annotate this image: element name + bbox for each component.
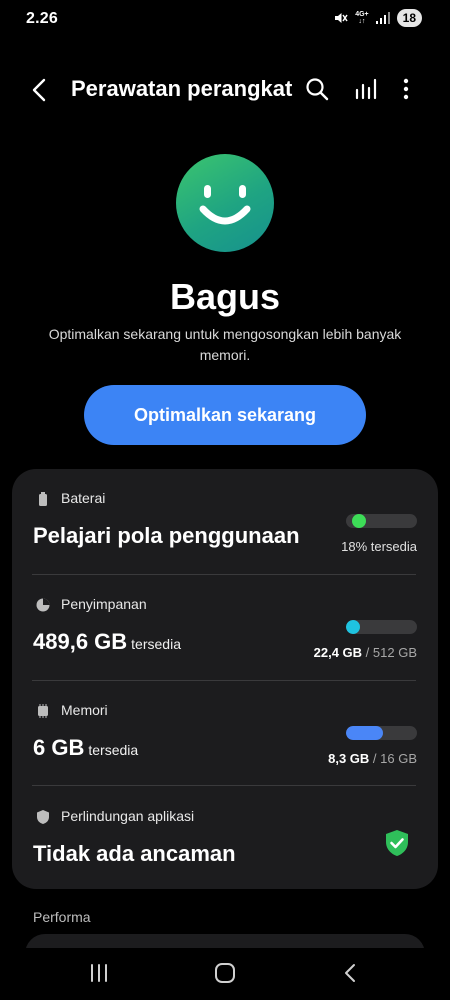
storage-available-unit: tersedia [131,636,181,652]
storage-section[interactable]: Penyimpanan 489,6 GB tersedia 22,4 GB / 5… [12,575,438,681]
chart-icon[interactable] [353,76,379,102]
divider [32,785,416,786]
memory-value: 6 GB tersedia [33,735,138,761]
memory-available-amount: 6 GB [33,735,85,760]
app-protection-value: Tidak ada ancaman [33,841,236,866]
storage-usage: 22,4 GB / 512 GB [314,645,417,660]
battery-icon [39,492,47,506]
memory-total: 16 GB [380,751,417,766]
more-icon[interactable] [393,76,419,102]
device-status-title: Bagus [169,276,281,317]
smiley-icon [176,154,274,252]
smiley-face [199,185,251,225]
memory-usage: 8,3 GB / 16 GB [328,751,417,766]
status-bar: 2.26 4G+ ↓↑ 18 [0,0,450,40]
memory-label: Memori [61,702,108,718]
network-activity: ↓↑ [358,18,366,25]
app-protection-section[interactable]: Perlindungan aplikasi Tidak ada ancaman [12,787,438,893]
memory-separator: / [369,751,381,766]
page-title: Perawatan perangkat [71,76,293,101]
device-status-description: Optimalkan sekarang untuk mengosongkan l… [48,326,402,363]
app-bar: Perawatan perangkat [0,60,450,116]
battery-progress-fill [351,514,366,528]
search-icon[interactable] [304,76,330,102]
home-button[interactable] [210,960,240,986]
battery-percentage: 18 [402,11,416,25]
storage-available-amount: 489,6 GB [33,629,128,654]
storage-progress-fill [346,620,360,634]
memory-available-unit: tersedia [88,742,139,758]
storage-total: 512 GB [372,645,417,660]
battery-availability: 18% tersedia [341,539,417,554]
memory-progress-bar [346,726,417,740]
memory-section[interactable]: Memori 6 GB tersedia 8,3 GB / 16 GB [12,681,438,787]
app-protection-label: Perlindungan aplikasi [61,808,195,824]
storage-progress-bar [346,620,417,634]
battery-label: Baterai [61,490,106,506]
recents-button[interactable] [84,960,114,986]
back-icon[interactable] [26,76,54,104]
storage-value: 489,6 GB tersedia [33,629,181,655]
memory-progress-fill [346,726,383,740]
status-time: 2.26 [26,10,58,27]
shield-check-icon [386,830,408,856]
pie-chart-icon [36,598,50,612]
network-type: 4G+ [355,11,369,18]
mute-icon [335,13,348,23]
memory-used: 8,3 GB [328,751,370,766]
network-indicator: 4G+ ↓↑ [355,11,368,25]
battery-progress-bar [346,514,417,528]
storage-separator: / [362,645,373,660]
optimize-now-button[interactable]: Optimalkan sekarang [84,385,366,445]
back-button[interactable] [336,960,366,986]
signal-icon [375,12,390,24]
memory-chip-icon [38,704,48,718]
battery-value: Pelajari pola penggunaan [33,523,300,548]
storage-label: Penyimpanan [61,596,147,612]
storage-used: 22,4 GB [313,645,363,660]
status-icons: 4G+ ↓↑ 18 [334,9,422,27]
device-summary-card: Baterai Pelajari pola penggunaan 18% ter… [12,469,438,889]
battery-section[interactable]: Baterai Pelajari pola penggunaan 18% ter… [12,469,438,575]
battery-icon: 18 [396,9,422,27]
performance-section-label: Performa [33,909,91,925]
navigation-bar [0,948,450,1000]
shield-icon [37,810,49,824]
